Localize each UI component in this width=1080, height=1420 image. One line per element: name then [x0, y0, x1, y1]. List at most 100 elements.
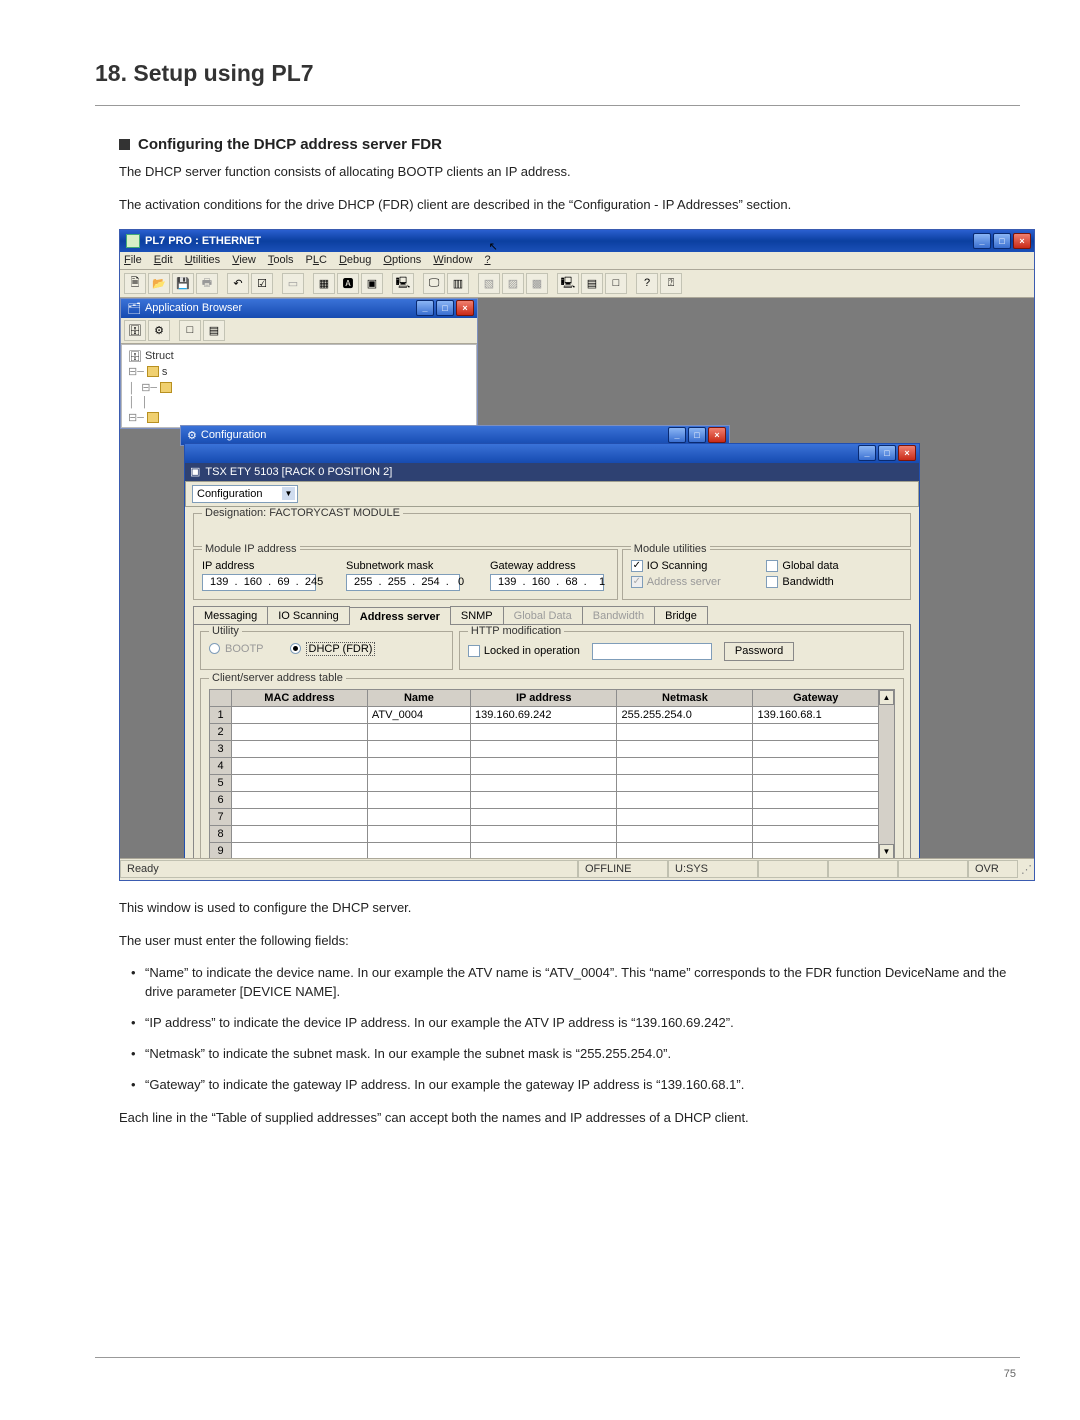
- tool-button-4[interactable]: ▣: [361, 273, 383, 294]
- print-button[interactable]: 🖶: [196, 273, 218, 294]
- cell-gateway[interactable]: [753, 825, 879, 842]
- menu-edit[interactable]: Edit: [154, 254, 173, 267]
- browser-tool-2[interactable]: ⚙: [148, 320, 170, 341]
- table-row[interactable]: 6: [210, 791, 879, 808]
- table-row[interactable]: 7: [210, 808, 879, 825]
- context-help-button[interactable]: ⍰: [660, 273, 682, 294]
- help-button[interactable]: ?: [636, 273, 658, 294]
- cell-name[interactable]: ATV_0004: [367, 706, 470, 723]
- cell-gateway[interactable]: [753, 740, 879, 757]
- open-button[interactable]: 📂: [148, 273, 170, 294]
- tab-io-scanning[interactable]: IO Scanning: [267, 606, 350, 624]
- cell-gateway[interactable]: [753, 774, 879, 791]
- config-maximize[interactable]: □: [688, 427, 706, 443]
- menu-help[interactable]: ?: [484, 254, 490, 267]
- tab-bridge[interactable]: Bridge: [654, 606, 708, 624]
- chk-io-scanning[interactable]: ✓: [631, 560, 643, 572]
- cell-netmask[interactable]: [617, 774, 753, 791]
- cell-ip[interactable]: 139.160.69.242: [471, 706, 617, 723]
- dhcp-radio-row[interactable]: DHCP (FDR): [290, 642, 376, 656]
- table-row[interactable]: 4: [210, 757, 879, 774]
- new-button[interactable]: 🗎: [124, 273, 146, 294]
- cell-netmask[interactable]: [617, 740, 753, 757]
- cell-mac[interactable]: [232, 740, 368, 757]
- tool-button-6[interactable]: 🖵: [423, 273, 445, 294]
- module-minimize[interactable]: _: [858, 445, 876, 461]
- menu-tools[interactable]: Tools: [268, 254, 294, 267]
- cell-name[interactable]: [367, 825, 470, 842]
- menu-file[interactable]: File: [124, 254, 142, 267]
- cell-netmask[interactable]: [617, 757, 753, 774]
- tool-button-3[interactable]: 🅰: [337, 273, 359, 294]
- cell-name[interactable]: [367, 842, 470, 858]
- menu-plc[interactable]: PLC: [306, 254, 327, 267]
- maximize-button[interactable]: □: [993, 233, 1011, 249]
- table-row[interactable]: 2: [210, 723, 879, 740]
- tool-button-12[interactable]: ▤: [581, 273, 603, 294]
- locked-row[interactable]: Locked in operation: [468, 645, 580, 657]
- cell-mac[interactable]: [232, 808, 368, 825]
- table-scroll-down[interactable]: ▼: [879, 844, 894, 858]
- table-row[interactable]: 5: [210, 774, 879, 791]
- tool-button-13[interactable]: □: [605, 273, 627, 294]
- gateway-input[interactable]: 139 . 160 . 68 . 1: [490, 574, 604, 591]
- cell-ip[interactable]: [471, 791, 617, 808]
- tool-button-8[interactable]: ▧: [478, 273, 500, 294]
- cell-gateway[interactable]: [753, 791, 879, 808]
- cell-mac[interactable]: [232, 706, 368, 723]
- browser-titlebar[interactable]: 🗂 Application Browser _ □ ×: [121, 299, 477, 318]
- address-table[interactable]: MAC address Name IP address Netmask Gate…: [209, 689, 879, 858]
- main-titlebar[interactable]: PL7 PRO : ETHERNET _ □ ×: [120, 230, 1034, 252]
- cell-name[interactable]: [367, 740, 470, 757]
- save-button[interactable]: 💾: [172, 273, 194, 294]
- cell-ip[interactable]: [471, 740, 617, 757]
- menu-view[interactable]: View: [232, 254, 256, 267]
- cell-ip[interactable]: [471, 723, 617, 740]
- cell-netmask[interactable]: [617, 842, 753, 858]
- cell-mac[interactable]: [232, 774, 368, 791]
- cell-mac[interactable]: [232, 825, 368, 842]
- cell-ip[interactable]: [471, 757, 617, 774]
- cell-gateway[interactable]: 139.160.68.1: [753, 706, 879, 723]
- cell-name[interactable]: [367, 757, 470, 774]
- cell-gateway[interactable]: [753, 723, 879, 740]
- cell-name[interactable]: [367, 723, 470, 740]
- module-close[interactable]: ×: [898, 445, 916, 461]
- config-close[interactable]: ×: [708, 427, 726, 443]
- table-row[interactable]: 8: [210, 825, 879, 842]
- cell-name[interactable]: [367, 791, 470, 808]
- table-scroll-up[interactable]: ▲: [879, 690, 894, 705]
- chk-bandwidth[interactable]: [766, 576, 778, 588]
- cell-ip[interactable]: [471, 842, 617, 858]
- menu-window[interactable]: Window: [433, 254, 472, 267]
- tool-button-7[interactable]: ▥: [447, 273, 469, 294]
- cell-netmask[interactable]: [617, 825, 753, 842]
- browser-tool-1[interactable]: 🗄: [124, 320, 146, 341]
- redo-button[interactable]: ☑: [251, 273, 273, 294]
- module-titlebar[interactable]: _ □ ×: [185, 444, 919, 463]
- cell-ip[interactable]: [471, 774, 617, 791]
- browser-minimize[interactable]: _: [416, 300, 434, 316]
- tool-button-11[interactable]: 🖳: [557, 273, 579, 294]
- tab-snmp[interactable]: SNMP: [450, 606, 504, 624]
- tool-button-9[interactable]: ▨: [502, 273, 524, 294]
- config-minimize[interactable]: _: [668, 427, 686, 443]
- chk-global-data-row[interactable]: Global data: [766, 560, 902, 572]
- view-mode-combo[interactable]: Configuration ▼: [192, 485, 298, 503]
- cell-mac[interactable]: [232, 842, 368, 858]
- cell-mac[interactable]: [232, 757, 368, 774]
- chk-bandwidth-row[interactable]: Bandwidth: [766, 576, 902, 588]
- cell-gateway[interactable]: [753, 808, 879, 825]
- cell-ip[interactable]: [471, 808, 617, 825]
- tool-button-1[interactable]: ▭: [282, 273, 304, 294]
- browser-tool-3[interactable]: □: [179, 320, 201, 341]
- cell-mac[interactable]: [232, 791, 368, 808]
- tool-button-2[interactable]: ▦: [313, 273, 335, 294]
- cell-netmask[interactable]: 255.255.254.0: [617, 706, 753, 723]
- browser-close[interactable]: ×: [456, 300, 474, 316]
- module-maximize[interactable]: □: [878, 445, 896, 461]
- cell-name[interactable]: [367, 774, 470, 791]
- tree-view[interactable]: 🗄Struct ⊟─ s │ ⊟─ │ │ ⊟─: [121, 344, 477, 428]
- menu-debug[interactable]: Debug: [339, 254, 371, 267]
- tab-messaging[interactable]: Messaging: [193, 606, 268, 624]
